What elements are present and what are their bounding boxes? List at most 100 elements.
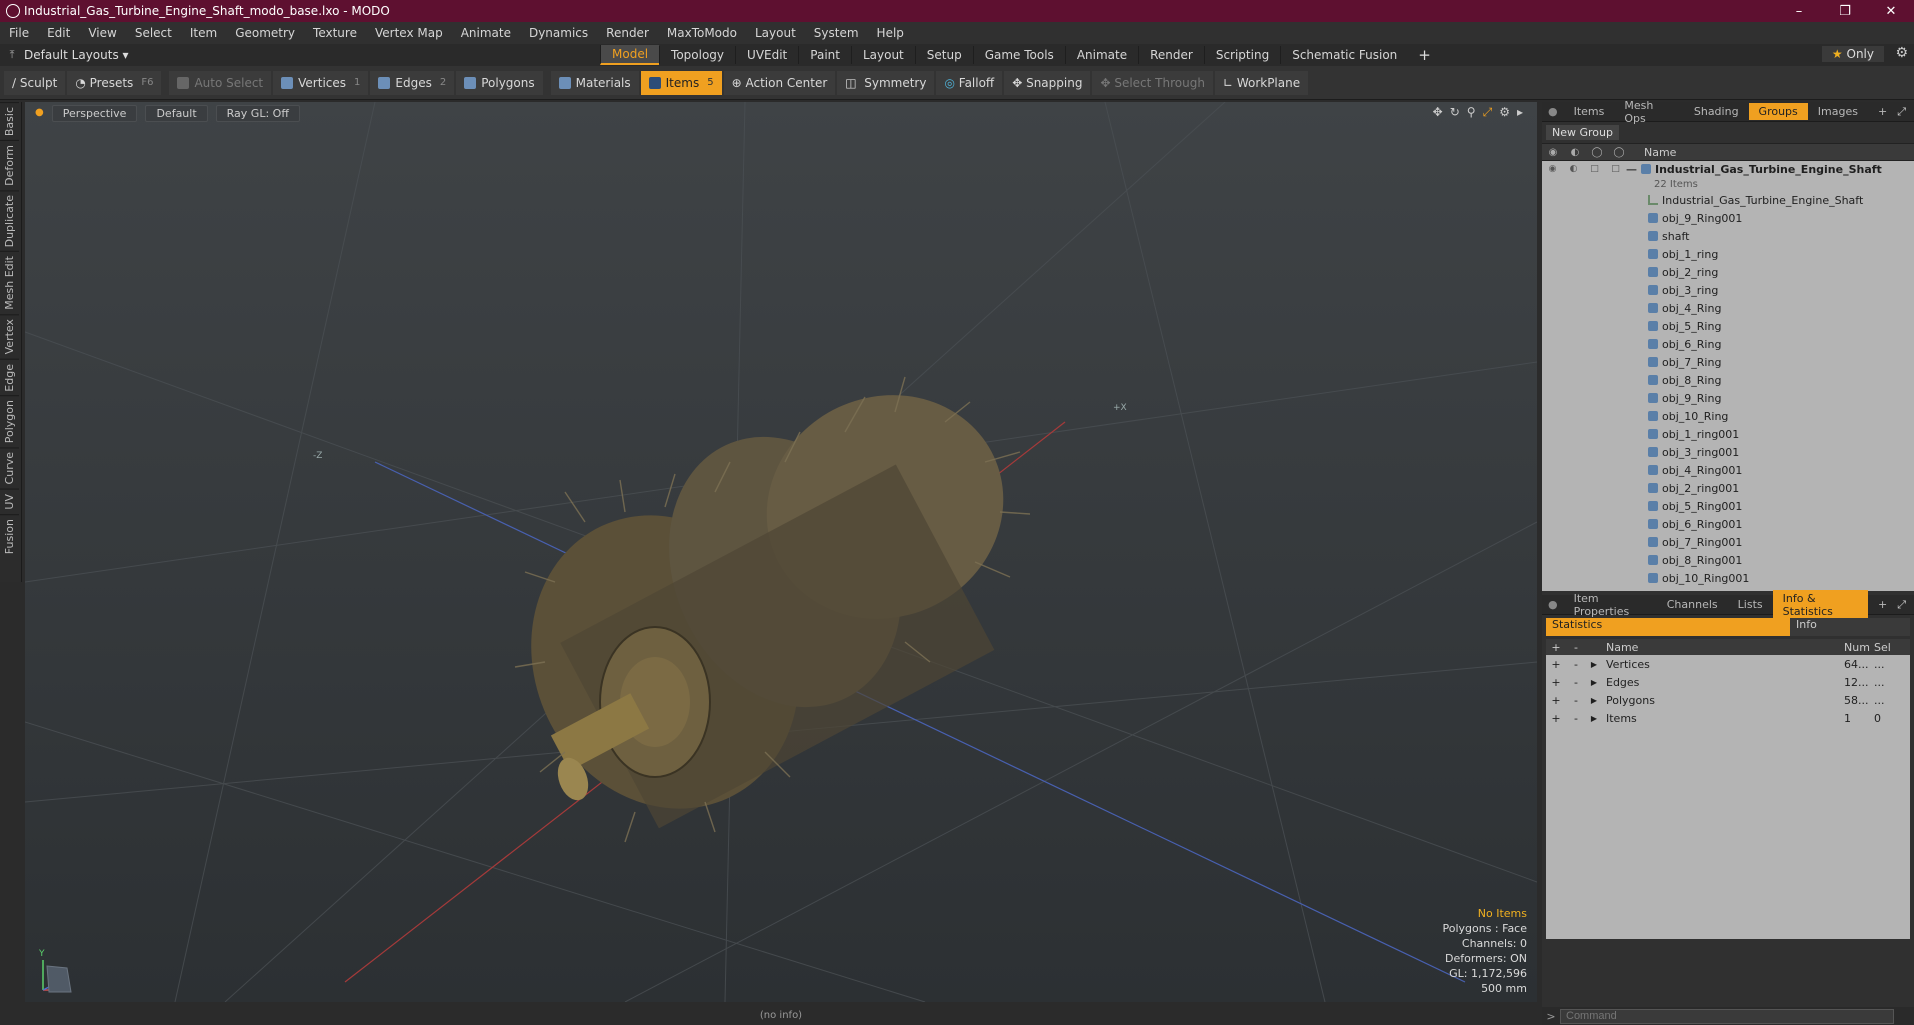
menu-vertex-map[interactable]: Vertex Map (366, 26, 452, 40)
tab-items[interactable]: Items (1564, 103, 1615, 120)
tab-scripting[interactable]: Scripting (1203, 46, 1280, 64)
menu-geometry[interactable]: Geometry (226, 26, 304, 40)
tree-item-row[interactable]: obj_9_Ring (1542, 389, 1914, 407)
tree-item-row[interactable]: obj_8_Ring (1542, 371, 1914, 389)
shading-default-dropdown[interactable]: Default (145, 105, 208, 122)
vtab-vertex[interactable]: Vertex (0, 314, 19, 359)
snapping-button[interactable]: ✥ Snapping (1004, 70, 1091, 95)
close-button[interactable]: ✕ (1868, 4, 1914, 19)
sculpt-button[interactable]: ∕ Sculpt (4, 70, 66, 95)
expand-arrow-icon[interactable]: ▶ (1586, 678, 1602, 687)
subtab-statistics[interactable]: Statistics (1546, 618, 1790, 636)
command-input[interactable] (1560, 1008, 1894, 1024)
action-center-button[interactable]: ⊕ Action Center (723, 70, 836, 95)
remove-icon[interactable]: - (1566, 694, 1586, 707)
tree-item-row[interactable]: obj_2_ring (1542, 263, 1914, 281)
tab-setup[interactable]: Setup (914, 46, 973, 64)
edges-button[interactable]: Edges 2 (370, 70, 455, 95)
move-view-icon[interactable]: ✥ (1433, 105, 1443, 120)
menu-layout[interactable]: Layout (746, 26, 805, 40)
add-icon[interactable]: + (1546, 676, 1566, 689)
tree-item-row[interactable]: obj_5_Ring001 (1542, 497, 1914, 515)
menu-dynamics[interactable]: Dynamics (520, 26, 597, 40)
menu-edit[interactable]: Edit (38, 26, 79, 40)
add-tab-button[interactable]: + (1408, 46, 1441, 64)
lock-column-icon[interactable]: ◯ (1586, 147, 1608, 158)
collapse-all-icon[interactable]: - (1566, 641, 1586, 654)
raygl-toggle[interactable]: Ray GL: Off (215, 105, 300, 122)
menu-select[interactable]: Select (126, 26, 181, 40)
tab-paint[interactable]: Paint (798, 46, 851, 64)
expand-arrow-icon[interactable]: ▶ (1586, 696, 1602, 705)
vtab-curve[interactable]: Curve (0, 447, 19, 489)
viewport-expand-icon[interactable]: ▸ (1517, 105, 1523, 120)
layout-preset-dropdown[interactable]: Default Layouts ▾ (24, 48, 129, 62)
remove-icon[interactable]: - (1566, 658, 1586, 671)
expand-arrow-icon[interactable]: ▶ (1586, 714, 1602, 723)
name-column-header[interactable]: Name (1630, 146, 1676, 159)
panel-menu-icon[interactable]: ● (1542, 105, 1564, 118)
tree-item-row[interactable]: obj_7_Ring (1542, 353, 1914, 371)
expand-toggle-icon[interactable]: — (1626, 163, 1637, 176)
subtab-info[interactable]: Info (1790, 618, 1910, 636)
perspective-dropdown[interactable]: Perspective (51, 105, 138, 122)
tab-mesh-ops[interactable]: Mesh Ops (1614, 97, 1683, 127)
3d-viewport[interactable]: -Z +X Y ● Perspective Default Ray GL: Of… (25, 102, 1537, 1002)
stats-panel-expand-icon[interactable]: ⤢ (1897, 598, 1914, 612)
symmetry-button[interactable]: ◫ Symmetry (837, 70, 935, 95)
menu-texture[interactable]: Texture (304, 26, 366, 40)
expand-arrow-icon[interactable]: ▶ (1586, 660, 1602, 669)
tab-render[interactable]: Render (1138, 46, 1204, 64)
menu-maxtomodo[interactable]: MaxToModo (658, 26, 746, 40)
fit-view-icon[interactable]: ⤢ (1483, 105, 1493, 120)
menu-help[interactable]: Help (868, 26, 913, 40)
vtab-fusion[interactable]: Fusion (0, 513, 19, 558)
menu-view[interactable]: View (79, 26, 125, 40)
collapse-arrow-icon[interactable]: ⤒ (0, 48, 24, 62)
tab-animate[interactable]: Animate (1064, 46, 1138, 64)
vtab-polygon[interactable]: Polygon (0, 395, 19, 448)
tree-item-row[interactable]: obj_2_ring001 (1542, 479, 1914, 497)
stats-row-edges[interactable]: + - ▶ Edges 12... ... (1546, 673, 1910, 691)
tab-images[interactable]: Images (1808, 103, 1868, 120)
tree-item-row[interactable]: obj_5_Ring (1542, 317, 1914, 335)
tree-item-row[interactable]: obj_6_Ring001 (1542, 515, 1914, 533)
tree-item-row[interactable]: obj_4_Ring (1542, 299, 1914, 317)
menu-item[interactable]: Item (181, 26, 226, 40)
stats-row-polygons[interactable]: + - ▶ Polygons 58... ... (1546, 691, 1910, 709)
workplane-button[interactable]: ∟ WorkPlane (1214, 70, 1309, 95)
items-button[interactable]: Items 5 (640, 70, 722, 95)
tree-item-row[interactable]: obj_1_ring001 (1542, 425, 1914, 443)
rotate-view-icon[interactable]: ↻ (1450, 105, 1460, 120)
tab-lists[interactable]: Lists (1728, 596, 1773, 613)
vtab-edge[interactable]: Edge (0, 358, 19, 396)
select-through-button[interactable]: ✥ Select Through (1092, 70, 1213, 95)
vertices-button[interactable]: Vertices 1 (273, 70, 369, 95)
visibility-column-icon[interactable]: ◉ (1542, 147, 1564, 158)
add-panel-tab-button[interactable]: + (1868, 103, 1897, 120)
vtab-uv[interactable]: UV (0, 488, 19, 514)
remove-icon[interactable]: - (1566, 676, 1586, 689)
polygons-button[interactable]: Polygons (456, 70, 543, 95)
tree-item-row[interactable]: obj_9_Ring001 (1542, 209, 1914, 227)
tab-schematic-fusion[interactable]: Schematic Fusion (1280, 46, 1408, 64)
tab-topology[interactable]: Topology (659, 46, 735, 64)
remove-icon[interactable]: - (1566, 712, 1586, 725)
viewport-settings-icon[interactable]: ⚙ (1499, 105, 1510, 120)
auto-select-button[interactable]: Auto Select (169, 70, 272, 95)
menu-file[interactable]: File (0, 26, 38, 40)
tree-item-row[interactable]: obj_3_ring001 (1542, 443, 1914, 461)
tab-game-tools[interactable]: Game Tools (972, 46, 1065, 64)
tab-channels[interactable]: Channels (1657, 596, 1728, 613)
tree-item-row[interactable]: obj_8_Ring001 (1542, 551, 1914, 569)
menu-render[interactable]: Render (597, 26, 658, 40)
zoom-view-icon[interactable]: ⚲ (1467, 105, 1476, 120)
tree-item-row[interactable]: obj_10_Ring001 (1542, 569, 1914, 587)
vtab-duplicate[interactable]: Duplicate (0, 190, 19, 252)
minimize-button[interactable]: – (1776, 4, 1822, 19)
tab-shading[interactable]: Shading (1684, 103, 1749, 120)
viewport-menu-icon[interactable]: ● (35, 105, 44, 122)
only-toggle[interactable]: ★ Only (1821, 46, 1884, 62)
tab-model[interactable]: Model (600, 45, 660, 65)
vtab-mesh-edit[interactable]: Mesh Edit (0, 251, 19, 315)
